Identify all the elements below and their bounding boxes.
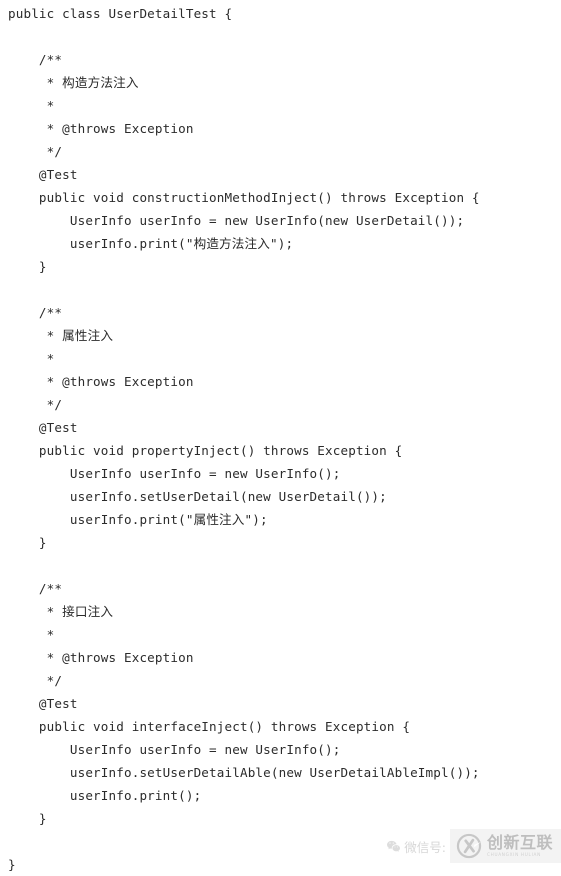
code-line: }	[8, 535, 47, 550]
code-line: * 接口注入	[8, 604, 114, 619]
code-line: * @throws Exception	[8, 121, 194, 136]
code-line: *	[8, 627, 55, 642]
code-line: * 构造方法注入	[8, 75, 139, 90]
code-line: * 属性注入	[8, 328, 114, 343]
code-line: public void constructionMethodInject() t…	[8, 190, 480, 205]
code-line: */	[8, 144, 63, 159]
code-line: }	[8, 857, 16, 872]
code-line: userInfo.setUserDetail(new UserDetail())…	[8, 489, 387, 504]
code-line: *	[8, 351, 55, 366]
code-line: */	[8, 397, 63, 412]
code-line: public class UserDetailTest {	[8, 6, 233, 21]
code-line: userInfo.setUserDetailAble(new UserDetai…	[8, 765, 480, 780]
code-line: *	[8, 98, 55, 113]
code-line: UserInfo userInfo = new UserInfo(new Use…	[8, 213, 465, 228]
code-listing: public class UserDetailTest { /** * 构造方法…	[0, 0, 561, 876]
code-line: /**	[8, 305, 63, 320]
code-line: UserInfo userInfo = new UserInfo();	[8, 742, 341, 757]
code-line: /**	[8, 581, 63, 596]
code-line: userInfo.print("属性注入");	[8, 512, 268, 527]
code-line: }	[8, 259, 47, 274]
code-line: @Test	[8, 696, 78, 711]
code-line: }	[8, 811, 47, 826]
code-line: */	[8, 673, 63, 688]
code-line: * @throws Exception	[8, 374, 194, 389]
code-line: @Test	[8, 420, 78, 435]
code-line: public void interfaceInject() throws Exc…	[8, 719, 411, 734]
code-line: /**	[8, 52, 63, 67]
code-line: @Test	[8, 167, 78, 182]
code-line: UserInfo userInfo = new UserInfo();	[8, 466, 341, 481]
code-line: public void propertyInject() throws Exce…	[8, 443, 403, 458]
code-line: userInfo.print("构造方法注入");	[8, 236, 294, 251]
code-line: * @throws Exception	[8, 650, 194, 665]
code-line: userInfo.print();	[8, 788, 202, 803]
